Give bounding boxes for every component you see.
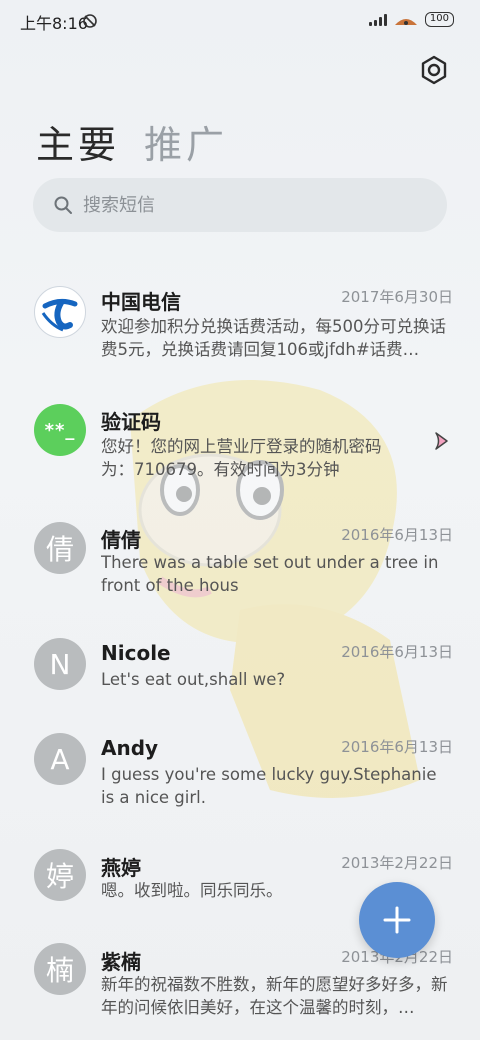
battery-indicator: 100 <box>424 12 454 27</box>
avatar: 婷 <box>34 849 86 901</box>
conversation-name: Nicole <box>101 641 171 665</box>
avatar: A <box>34 733 86 785</box>
search-icon <box>54 196 72 214</box>
conversation-name: 燕婷 <box>101 856 141 880</box>
avatar: N <box>34 638 86 690</box>
status-time: 上午8:16 <box>20 14 88 33</box>
search-input[interactable] <box>83 194 383 216</box>
conversation-preview: 您好！您的网上营业厅登录的随机密码为：710679。有效时间为3分钟 <box>101 437 382 479</box>
conversation-item[interactable]: A Andy 2016年6月13日 I guess you're some lu… <box>0 732 480 812</box>
conversation-preview: There was a table set out under a tree i… <box>101 553 439 595</box>
conversation-item[interactable]: 中国电信 2017年6月30日 欢迎参加积分兑换话费活动，每500分可兑换话费5… <box>0 282 480 382</box>
conversation-name: Andy <box>101 736 159 760</box>
plus-icon <box>383 906 411 934</box>
tab-primary[interactable]: 主要 <box>36 114 120 169</box>
conversation-preview: Let's eat out,shall we? <box>101 670 286 689</box>
conversation-item[interactable]: 倩 倩倩 2016年6月13日 There was a table set ou… <box>0 520 480 600</box>
conversation-name: 中国电信 <box>101 290 181 314</box>
settings-gear-icon[interactable] <box>418 54 450 86</box>
conversation-date: 2016年6月13日 <box>341 643 453 661</box>
conversation-name: 紫楠 <box>101 950 141 974</box>
chevron-right-icon[interactable] <box>432 430 450 452</box>
china-telecom-logo-icon <box>34 286 86 338</box>
conversation-item[interactable]: **_ 验证码 您好！您的网上营业厅登录的随机密码为：710679。有效时间为3… <box>0 402 480 482</box>
conversation-name: 验证码 <box>101 410 161 434</box>
conversation-date: 2013年2月22日 <box>341 854 453 872</box>
status-right: 100 <box>368 12 454 27</box>
conversation-preview: 新年的祝福数不胜数，新年的愿望好多好多，新年的问候依旧美好，在这个温馨的时刻，… <box>101 975 448 1017</box>
signal-icon <box>368 13 387 26</box>
avatar: **_ <box>34 404 86 456</box>
search-bar[interactable] <box>33 178 447 232</box>
tab-bar: 主要 推广 <box>36 114 228 169</box>
conversation-preview: 欢迎参加积分兑换话费活动，每500分可兑换话费5元，兑换话费请回复106或jfd… <box>101 317 446 359</box>
tab-promotions[interactable]: 推广 <box>144 114 228 169</box>
conversation-item[interactable]: N Nicole 2016年6月13日 Let's eat out,shall … <box>0 637 480 697</box>
conversation-date: 2016年6月13日 <box>341 526 453 544</box>
avatar: 楠 <box>34 943 86 995</box>
sync-icon <box>83 14 97 28</box>
conversation-date: 2017年6月30日 <box>341 288 453 306</box>
wifi-icon <box>394 18 417 25</box>
avatar: 倩 <box>34 522 86 574</box>
conversation-name: 倩倩 <box>101 528 141 552</box>
conversation-preview: I guess you're some lucky guy.Stephanie … <box>101 765 437 807</box>
compose-button[interactable] <box>359 882 435 958</box>
conversation-date: 2016年6月13日 <box>341 738 453 756</box>
status-bar: 上午8:16 100 <box>0 0 480 40</box>
